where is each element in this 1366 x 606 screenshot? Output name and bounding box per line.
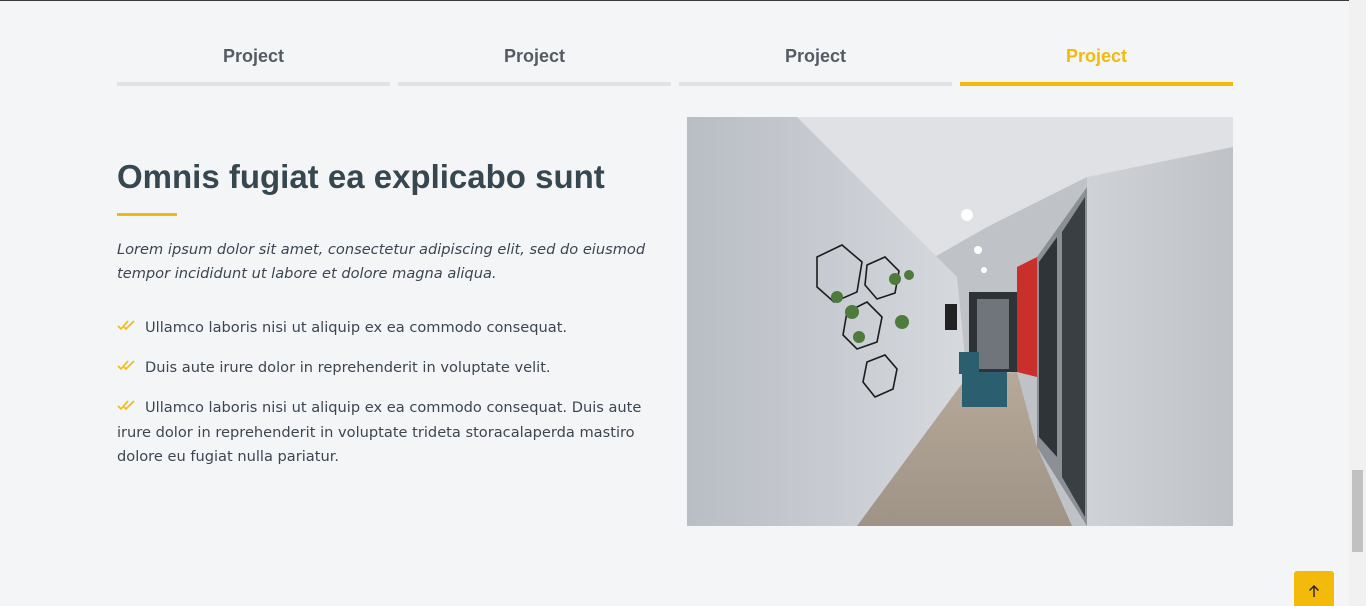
double-check-icon [117, 320, 135, 331]
tab-indicator [679, 82, 952, 86]
double-check-icon [117, 400, 135, 411]
double-check-icon [117, 360, 135, 371]
lead-paragraph: Lorem ipsum dolor sit amet, consectetur … [117, 241, 646, 282]
tab-label: Project [784, 46, 847, 66]
scrollbar[interactable] [1349, 0, 1366, 606]
project-tabs: Project Project Project Project [117, 36, 1233, 88]
feature-list: Ullamco laboris nisi ut aliquip ex ea co… [117, 316, 677, 485]
title-underline [117, 213, 177, 216]
list-item: Ullamco laboris nisi ut aliquip ex ea co… [117, 396, 677, 470]
tab-indicator [960, 82, 1233, 86]
tab-label: Project [503, 46, 566, 66]
tab-indicator [117, 82, 390, 86]
tab-project-3[interactable]: Project [679, 36, 952, 88]
tab-project-4[interactable]: Project [960, 36, 1233, 88]
top-border [0, 0, 1366, 1]
list-item-text: Ullamco laboris nisi ut aliquip ex ea co… [117, 399, 642, 465]
scrollbar-thumb[interactable] [1352, 470, 1363, 552]
tab-label: Project [1065, 46, 1128, 66]
corridor-illustration [687, 117, 1233, 526]
tab-project-2[interactable]: Project [398, 36, 671, 88]
list-item-text: Duis aute irure dolor in reprehenderit i… [145, 359, 551, 376]
back-to-top-button[interactable] [1294, 571, 1334, 606]
list-item-text: Ullamco laboris nisi ut aliquip ex ea co… [145, 319, 568, 336]
section-title: Omnis fugiat ea explicabo sunt [117, 158, 605, 195]
tab-indicator [398, 82, 671, 86]
page: Project Project Project Project Omnis fu… [0, 0, 1366, 606]
office-corridor-photo [687, 117, 1233, 526]
list-item: Duis aute irure dolor in reprehenderit i… [117, 356, 677, 381]
tab-project-1[interactable]: Project [117, 36, 390, 88]
tab-label: Project [222, 46, 285, 66]
arrow-up-icon [1309, 585, 1319, 597]
list-item: Ullamco laboris nisi ut aliquip ex ea co… [117, 316, 677, 341]
